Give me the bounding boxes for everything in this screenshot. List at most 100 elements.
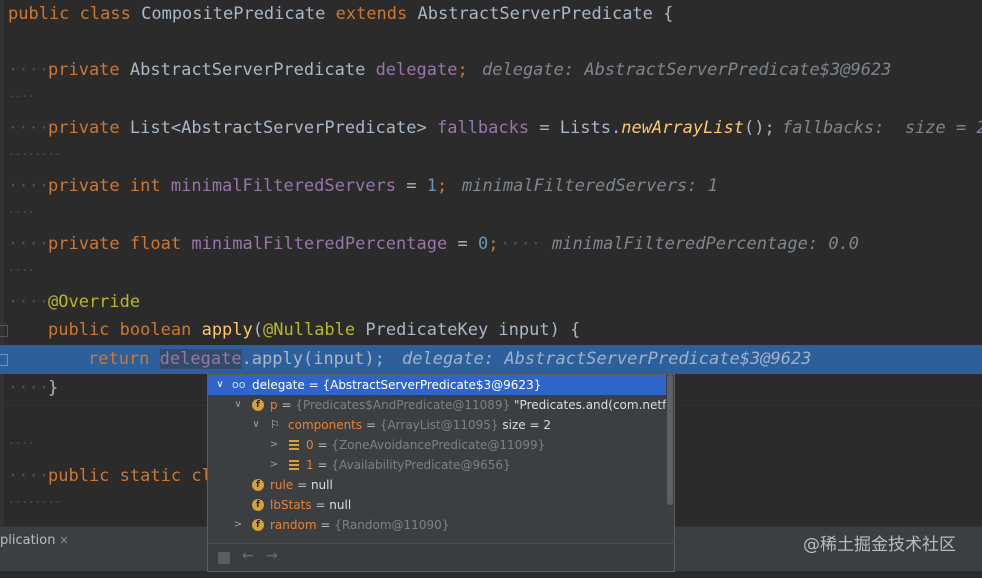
semicolon: ; [488, 234, 499, 254]
code-line-blank: ···· [0, 259, 982, 288]
semicolon: ; [437, 176, 448, 196]
field-f-icon: f [252, 499, 264, 511]
inline-debug-hint: fallbacks: size = 2 [782, 118, 982, 138]
var-name: random [270, 518, 317, 532]
method-apply: apply [201, 320, 253, 340]
var-name: rule [270, 478, 294, 492]
var-type: {Predicates$AndPredicate@11089} [295, 398, 511, 412]
tree-row-delegate[interactable]: ∨ oo delegate = {AbstractServerPredicate… [208, 375, 666, 395]
var-value: null [329, 498, 352, 512]
parent-class: AbstractServerPredicate [417, 4, 653, 24]
call-rest: (); [744, 118, 775, 138]
watch-glasses-icon: oo [232, 378, 246, 391]
indent-dots: ···· [8, 292, 49, 312]
equals: = [313, 458, 332, 472]
expand-arrow-icon[interactable]: ∨ [232, 395, 244, 415]
run-tab-label[interactable]: plication [0, 533, 56, 548]
tree-row-random[interactable]: > f random = {Random@11090} [208, 515, 666, 535]
expand-arrow-icon[interactable]: > [232, 515, 244, 535]
indent-dots: ···· [8, 378, 49, 398]
kw-class: class [79, 4, 131, 24]
var-value: "Predicates.and(com.netflix.loa [514, 398, 666, 412]
expr-delegate-highlighted[interactable]: delegate [159, 349, 242, 369]
popup-scrollbar[interactable] [667, 375, 673, 505]
kw-public: public [8, 4, 70, 24]
back-arrow-icon[interactable]: ← [242, 548, 254, 564]
field-fallbacks: fallbacks [436, 118, 530, 138]
flag-icon: ⚐ [270, 418, 280, 431]
fold-marker[interactable] [0, 325, 8, 337]
field-type: AbstractServerPredicate [129, 60, 366, 80]
var-value: null [310, 478, 333, 492]
list-element-icon [288, 439, 300, 451]
indent-dots: ···· [8, 264, 35, 277]
indent-dots: ···· [8, 234, 49, 254]
semicolon: ; [457, 60, 468, 80]
kw-private: private [48, 60, 120, 80]
tree-row-rule[interactable]: f rule = null [208, 475, 666, 495]
indent-dots: ···· [8, 437, 35, 450]
kw-private: private [48, 176, 120, 196]
tree-row-p[interactable]: ∨ f p = {Predicates$AndPredicate@11089} … [208, 395, 666, 415]
field-f-icon: f [252, 399, 264, 411]
field-type: List<AbstractServerPredicate> [129, 118, 427, 138]
code-line-blank: ···· [0, 201, 982, 230]
inline-debug-hint: delegate: AbstractServerPredicate$3@9623 [402, 349, 812, 369]
equals: = [293, 478, 311, 492]
var-name: delegate [252, 378, 305, 392]
debug-value-popup[interactable]: ∨ oo delegate = {AbstractServerPredicate… [207, 374, 675, 572]
assign-op: = [447, 234, 478, 254]
param-list: PredicateKey input) { [355, 320, 581, 340]
code-line-min-servers-field[interactable]: ···· private int minimalFilteredServers … [0, 172, 982, 201]
kw-public: public [48, 466, 110, 486]
code-line-override-annotation[interactable]: ···· @Override [0, 288, 982, 317]
call-apply: .apply(input); [241, 349, 385, 369]
code-line-min-percentage-field[interactable]: ···· private float minimalFilteredPercen… [0, 230, 982, 259]
tree-row-components[interactable]: ∨ ⚐ components = {ArrayList@11095} size … [208, 415, 666, 435]
kw-static: static [119, 466, 182, 486]
indent-dots: ········ [8, 148, 61, 161]
expand-arrow-icon[interactable]: > [268, 435, 280, 455]
code-line-fallbacks-field[interactable]: ···· private List<AbstractServerPredicat… [0, 114, 982, 143]
equals: = [304, 378, 323, 392]
equals: = [311, 498, 330, 512]
code-line-apply-method[interactable]: public boolean apply(@Nullable Predicate… [0, 316, 982, 345]
inline-debug-hint: minimalFilteredServers: 1 [462, 176, 718, 196]
method-newArrayList: newArrayList [621, 118, 745, 138]
var-type: {ZoneAvoidancePredicate@11099} [331, 438, 546, 452]
indent-dots: ···· [8, 466, 49, 486]
equals: = [277, 398, 296, 412]
indent-dots: ···· [8, 176, 49, 196]
kw-float: float [129, 234, 182, 254]
expand-arrow-icon[interactable]: ∨ [250, 415, 262, 435]
var-name: 1 [306, 458, 314, 472]
annotation-override: @Override [48, 292, 141, 312]
var-name: p [270, 398, 278, 412]
code-line-blank: ···· [0, 85, 982, 114]
code-line-execution-point[interactable]: return delegate.apply(input); delegate: … [0, 345, 982, 374]
code-line-class-declaration[interactable]: public class CompositePredicate extends … [0, 0, 982, 29]
tree-row-index-0[interactable]: > 0 = {ZoneAvoidancePredicate@11099} [208, 435, 666, 455]
watermark-text: @稀土掘金技术社区 [803, 535, 956, 555]
var-type: {AbstractServerPredicate$3@9623} [322, 378, 542, 392]
kw-extends: extends [335, 4, 408, 24]
tree-row-lbStats[interactable]: f lbStats = null [208, 495, 666, 515]
expand-arrow-icon[interactable]: ∨ [214, 375, 226, 395]
code-line-blank: ········ [0, 143, 982, 172]
close-icon[interactable]: × [59, 533, 69, 547]
var-name: 0 [306, 438, 314, 452]
var-value: size = 2 [498, 418, 551, 432]
field-f-icon: f [252, 519, 264, 531]
code-line-delegate-field[interactable]: ···· private AbstractServerPredicate del… [0, 56, 982, 85]
tree-row-index-1[interactable]: > 1 = {AvailabilityPredicate@9656} [208, 455, 666, 475]
popup-footer: ← → [208, 543, 674, 571]
kw-int: int [129, 176, 161, 196]
fold-marker[interactable] [0, 354, 8, 366]
indent-dots: ···· [8, 206, 35, 219]
forward-arrow-icon[interactable]: → [266, 548, 278, 564]
pin-icon[interactable] [218, 552, 230, 564]
field-minimalFilteredPercentage: minimalFilteredPercentage [191, 234, 448, 254]
expand-arrow-icon[interactable]: > [268, 455, 280, 475]
assign-op: = [396, 176, 427, 196]
field-f-icon: f [252, 479, 264, 491]
